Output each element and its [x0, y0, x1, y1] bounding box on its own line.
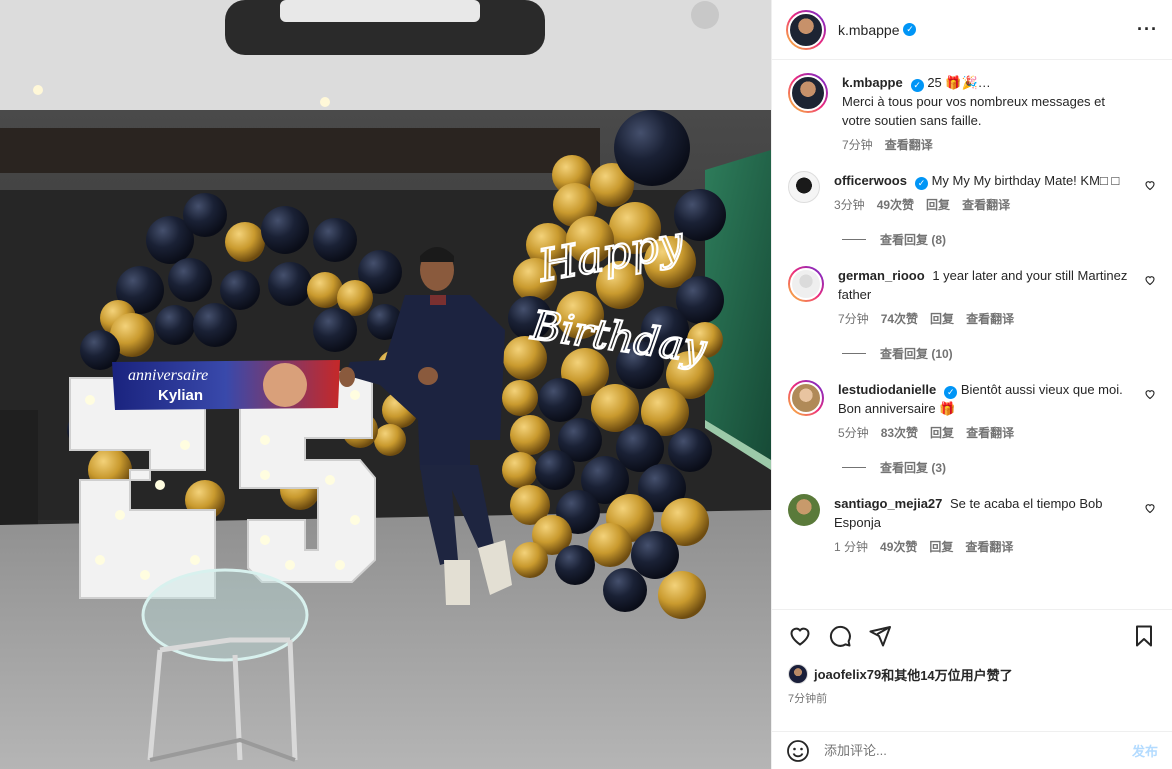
- comment-item: officerwoos ✓ My My My birthday Mate! KM□…: [788, 171, 1156, 215]
- likes-suffix: 和其他14万位用户赞了: [881, 667, 1013, 683]
- commenter-avatar[interactable]: [788, 266, 824, 302]
- comment-item: santiago_mejia27 Se te acaba el tiempo B…: [788, 494, 1156, 557]
- caption-emoji: 🎁🎉…: [945, 75, 991, 90]
- translate-button[interactable]: 查看翻译: [962, 196, 1010, 215]
- likes-summary[interactable]: joaofelix79 和其他14万位用户赞了: [788, 664, 1156, 684]
- comment-username[interactable]: officerwoos: [834, 173, 907, 188]
- view-replies[interactable]: 查看回复 (10): [842, 345, 1156, 362]
- view-replies-label[interactable]: 查看回复 (8): [880, 231, 946, 248]
- bookmark-icon[interactable]: [1132, 624, 1156, 648]
- heart-icon[interactable]: [1144, 179, 1156, 191]
- comment-likes[interactable]: 74次赞: [881, 310, 918, 329]
- post-actions: joaofelix79 和其他14万位用户赞了 7分钟前: [772, 609, 1172, 731]
- verified-icon: ✓: [914, 177, 928, 190]
- heart-icon[interactable]: [1144, 388, 1156, 400]
- comment-composer: 发布: [772, 731, 1172, 769]
- share-icon[interactable]: [868, 624, 892, 648]
- comment-icon[interactable]: [828, 624, 852, 648]
- comment-likes[interactable]: 49次赞: [877, 196, 914, 215]
- anniversaire-banner: anniversaire Kylian: [112, 360, 340, 410]
- comment-likes[interactable]: 83次赞: [881, 424, 918, 443]
- reply-button[interactable]: 回复: [930, 424, 954, 443]
- translate-button[interactable]: 查看翻译: [966, 424, 1014, 443]
- banner-line2: Kylian: [158, 387, 203, 404]
- translate-button[interactable]: 查看翻译: [966, 310, 1014, 329]
- translate-button[interactable]: 查看翻译: [965, 538, 1013, 557]
- comment-input[interactable]: [824, 743, 1132, 758]
- caption-avatar[interactable]: [788, 73, 828, 113]
- view-replies[interactable]: 查看回复 (3): [842, 459, 1156, 476]
- comment-username[interactable]: german_riooo: [838, 268, 925, 283]
- liker-avatar[interactable]: [788, 664, 808, 684]
- author-avatar[interactable]: [786, 9, 826, 50]
- reply-button[interactable]: 回复: [926, 196, 950, 215]
- comment-time[interactable]: 7分钟: [838, 310, 869, 329]
- commenter-avatar[interactable]: [788, 494, 820, 526]
- post-header: k.mbappe ✓ ···: [772, 0, 1172, 60]
- comment-time[interactable]: 1 分钟: [834, 538, 868, 557]
- caption: k.mbappe ✓ 25 🎁🎉… Merci à tous pour vos n…: [788, 73, 1156, 155]
- reply-button[interactable]: 回复: [929, 538, 953, 557]
- post-time[interactable]: 7分钟前: [788, 690, 1156, 706]
- comment-username[interactable]: santiago_mejia27: [834, 496, 942, 511]
- verified-icon: ✓: [910, 79, 924, 92]
- heart-icon[interactable]: [1144, 274, 1156, 286]
- more-icon[interactable]: ···: [1137, 19, 1158, 40]
- comment-item: lestudiodanielle ✓ Bientôt aussi vieux qu…: [788, 380, 1156, 443]
- comment-time[interactable]: 3分钟: [834, 196, 865, 215]
- post-button[interactable]: 发布: [1132, 741, 1158, 760]
- comment-text: My My My birthday Mate! KM□ □: [931, 173, 1120, 188]
- caption-title: 25: [927, 75, 942, 90]
- liker-username[interactable]: joaofelix79: [814, 667, 881, 682]
- author-username[interactable]: k.mbappe: [838, 22, 899, 38]
- caption-translate[interactable]: 查看翻译: [885, 136, 933, 155]
- caption-username[interactable]: k.mbappe: [842, 75, 903, 90]
- caption-time[interactable]: 7分钟: [842, 136, 873, 155]
- comment-username[interactable]: lestudiodanielle: [838, 382, 936, 397]
- smiley-icon[interactable]: [786, 739, 810, 763]
- heart-icon[interactable]: [788, 624, 812, 648]
- commenter-avatar[interactable]: [788, 380, 824, 416]
- comment-time[interactable]: 5分钟: [838, 424, 869, 443]
- heart-icon[interactable]: [1144, 502, 1156, 514]
- post-side-panel: k.mbappe ✓ ··· k.mbappe ✓ 25 🎁🎉… Merci à …: [771, 0, 1172, 769]
- birthday-photo: anniversaire Kylian Happy Birthday: [0, 0, 771, 769]
- comments-list[interactable]: k.mbappe ✓ 25 🎁🎉… Merci à tous pour vos n…: [772, 61, 1172, 609]
- banner-line1: anniversaire: [128, 367, 208, 384]
- reply-button[interactable]: 回复: [930, 310, 954, 329]
- caption-text: Merci à tous pour vos nombreux messages …: [842, 94, 1106, 128]
- post-photo[interactable]: anniversaire Kylian Happy Birthday: [0, 0, 771, 769]
- view-replies-label[interactable]: 查看回复 (10): [880, 345, 953, 362]
- verified-icon: ✓: [903, 23, 917, 36]
- comment-item: german_riooo 1 year later and your still…: [788, 266, 1156, 329]
- verified-icon: ✓: [944, 386, 958, 399]
- commenter-avatar[interactable]: [788, 171, 820, 203]
- view-replies[interactable]: 查看回复 (8): [842, 231, 1156, 248]
- view-replies-label[interactable]: 查看回复 (3): [880, 459, 946, 476]
- comment-likes[interactable]: 49次赞: [880, 538, 917, 557]
